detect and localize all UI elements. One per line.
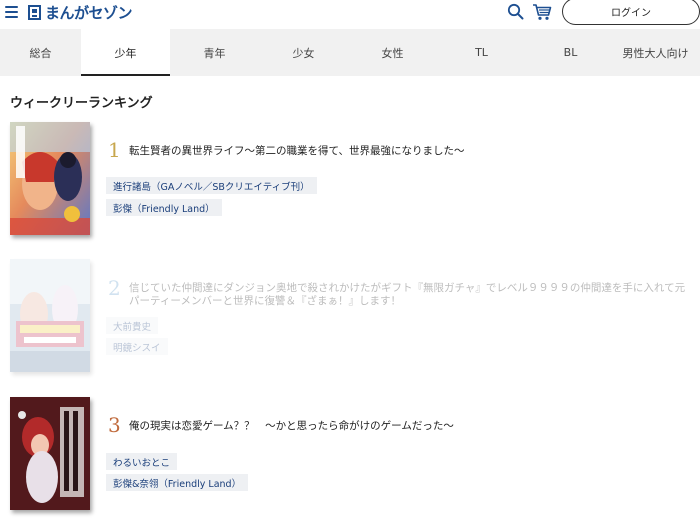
book-cover-image[interactable] (10, 397, 90, 510)
artist-tag[interactable]: 彭傑&奈翎（Friendly Land） (106, 474, 249, 491)
site-header: まんがセゾン ログイン (0, 0, 700, 30)
manga-title-link-line2[interactable]: パーティーメンバーと世界に復讐＆『ざまぁ！』します！ (129, 294, 401, 309)
cart-icon[interactable] (532, 3, 552, 21)
author-tag[interactable]: わるいおとこ (106, 453, 178, 470)
manga-title-link[interactable]: 転生賢者の異世界ライフ〜第二の職業を得て、世界最強になりました〜 (129, 144, 464, 159)
ranking-title: ウィークリーランキング (10, 96, 153, 111)
tab-tl[interactable]: TL (437, 29, 526, 76)
tab-shounen[interactable]: 少年 (81, 29, 170, 76)
book-cover-image[interactable] (10, 122, 90, 235)
tab-josei[interactable]: 女性 (348, 29, 437, 76)
tab-sougou[interactable]: 総合 (0, 29, 81, 76)
artist-tag[interactable]: 彭傑（Friendly Land） (106, 199, 222, 216)
category-tabs: 総合 少年 青年 少女 女性 TL BL 男性大人向け (0, 29, 700, 76)
book-cover-image[interactable] (10, 259, 90, 372)
logo-mark-icon (28, 4, 41, 20)
rank-number: 2 (108, 276, 121, 300)
manga-title-link[interactable]: 俺の現実は恋愛ゲーム？？ 〜かと思ったら命がけのゲームだった〜 (129, 419, 454, 434)
author-tag[interactable]: 進行諸島（GAノベル／SBクリエイティブ刊） (106, 177, 317, 194)
rank-number: 1 (108, 138, 121, 162)
tab-seinen[interactable]: 青年 (170, 29, 259, 76)
tab-adult-male[interactable]: 男性大人向け (615, 29, 700, 76)
menu-icon[interactable] (5, 6, 18, 18)
logo-text: まんがセゾン (45, 3, 133, 22)
ranking-entry: 3 俺の現実は恋愛ゲーム？？ 〜かと思ったら命がけのゲームだった〜 わるいおとこ… (0, 397, 700, 517)
artist-tag[interactable]: 明鏡シスイ (106, 338, 168, 355)
rank-number: 3 (108, 413, 121, 437)
ranking-entry: 2 信じていた仲間達にダンジョン奥地で殺されかけたがギフト『無限ガチャ』でレベル… (0, 259, 700, 379)
author-tag[interactable]: 大前貴史 (106, 317, 159, 334)
ranking-entry: 1 転生賢者の異世界ライフ〜第二の職業を得て、世界最強になりました〜 進行諸島（… (0, 122, 700, 242)
tab-shoujo[interactable]: 少女 (259, 29, 348, 76)
login-button[interactable]: ログイン (562, 0, 700, 25)
site-logo[interactable]: まんがセゾン (28, 3, 133, 22)
search-icon[interactable] (507, 3, 524, 20)
tab-bl[interactable]: BL (526, 29, 615, 76)
